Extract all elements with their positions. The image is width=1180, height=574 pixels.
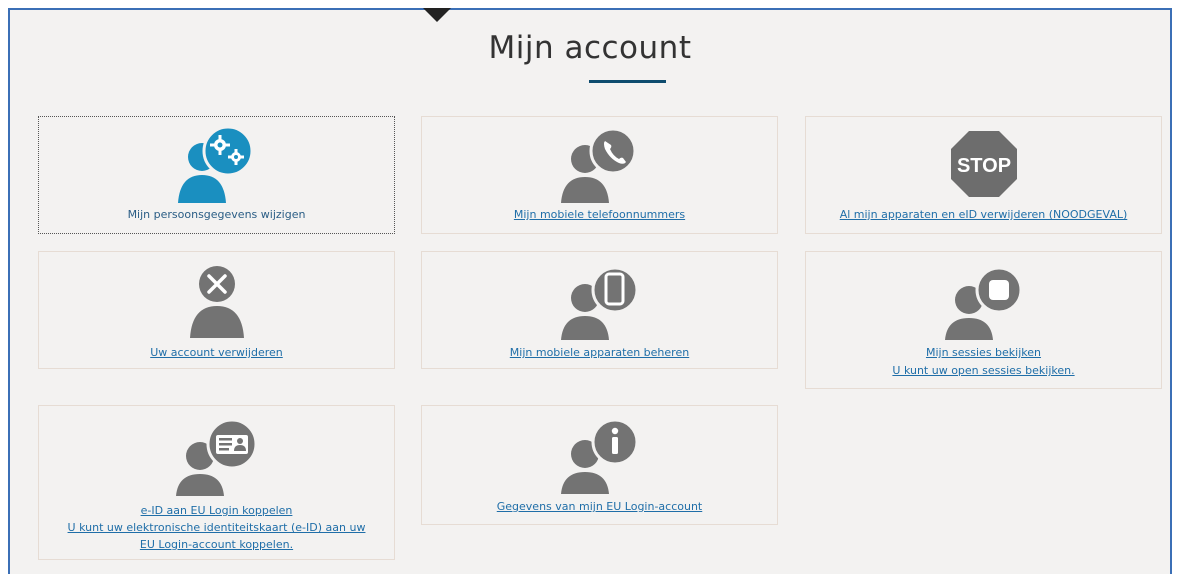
menu-pointer-icon (423, 8, 451, 22)
tile-account-info-label[interactable]: Gegevens van mijn EU Login-account (428, 498, 771, 515)
tile-mobile-devices-label[interactable]: Mijn mobiele apparaten beheren (428, 344, 771, 361)
tile-delete-account[interactable]: Uw account verwijderen (38, 251, 395, 369)
tile-personal-data[interactable]: Mijn persoonsgegevens wijzigen (38, 116, 395, 234)
person-info-icon (560, 418, 638, 494)
tile-mobile-numbers-label[interactable]: Mijn mobiele telefoonnummers (428, 206, 771, 223)
tile-stop-emergency-label[interactable]: Al mijn apparaten en eID verwijderen (NO… (812, 206, 1155, 223)
person-smartphone-icon (560, 266, 638, 340)
tile-mobile-numbers[interactable]: Mijn mobiele telefoonnummers (421, 116, 778, 234)
stop-sign-icon: STOP (950, 131, 1017, 197)
person-id-card-icon (175, 418, 257, 496)
tile-account-info[interactable]: Gegevens van mijn EU Login-account (421, 405, 778, 525)
tile-eid-link-label[interactable]: e-ID aan EU Login koppelen (45, 502, 388, 519)
page-title: Mijn account (488, 30, 692, 66)
tile-personal-data-label[interactable]: Mijn persoonsgegevens wijzigen (45, 206, 388, 223)
person-session-icon (944, 266, 1022, 340)
tile-sessions[interactable]: Mijn sessies bekijken U kunt uw open ses… (805, 251, 1162, 389)
tile-sessions-label[interactable]: Mijn sessies bekijken (812, 344, 1155, 361)
title-underline (589, 80, 666, 83)
tile-eid-link[interactable]: e-ID aan EU Login koppelen U kunt uw ele… (38, 405, 395, 560)
tile-delete-account-label[interactable]: Uw account verwijderen (45, 344, 388, 361)
person-x-icon (189, 266, 244, 338)
tile-mobile-devices[interactable]: Mijn mobiele apparaten beheren (421, 251, 778, 369)
tile-sessions-sublabel[interactable]: U kunt uw open sessies bekijken. (812, 362, 1155, 379)
tile-eid-link-sublabel-2[interactable]: EU Login-account koppelen. (45, 536, 388, 553)
tile-eid-link-sublabel-1[interactable]: U kunt uw elektronische identiteitskaart… (45, 519, 388, 536)
stop-sign-text: STOP (956, 155, 1010, 177)
person-phone-icon (560, 127, 636, 203)
tile-stop-emergency[interactable]: STOP Al mijn apparaten en eID verwijdere… (805, 116, 1162, 234)
person-gears-icon (177, 125, 253, 203)
